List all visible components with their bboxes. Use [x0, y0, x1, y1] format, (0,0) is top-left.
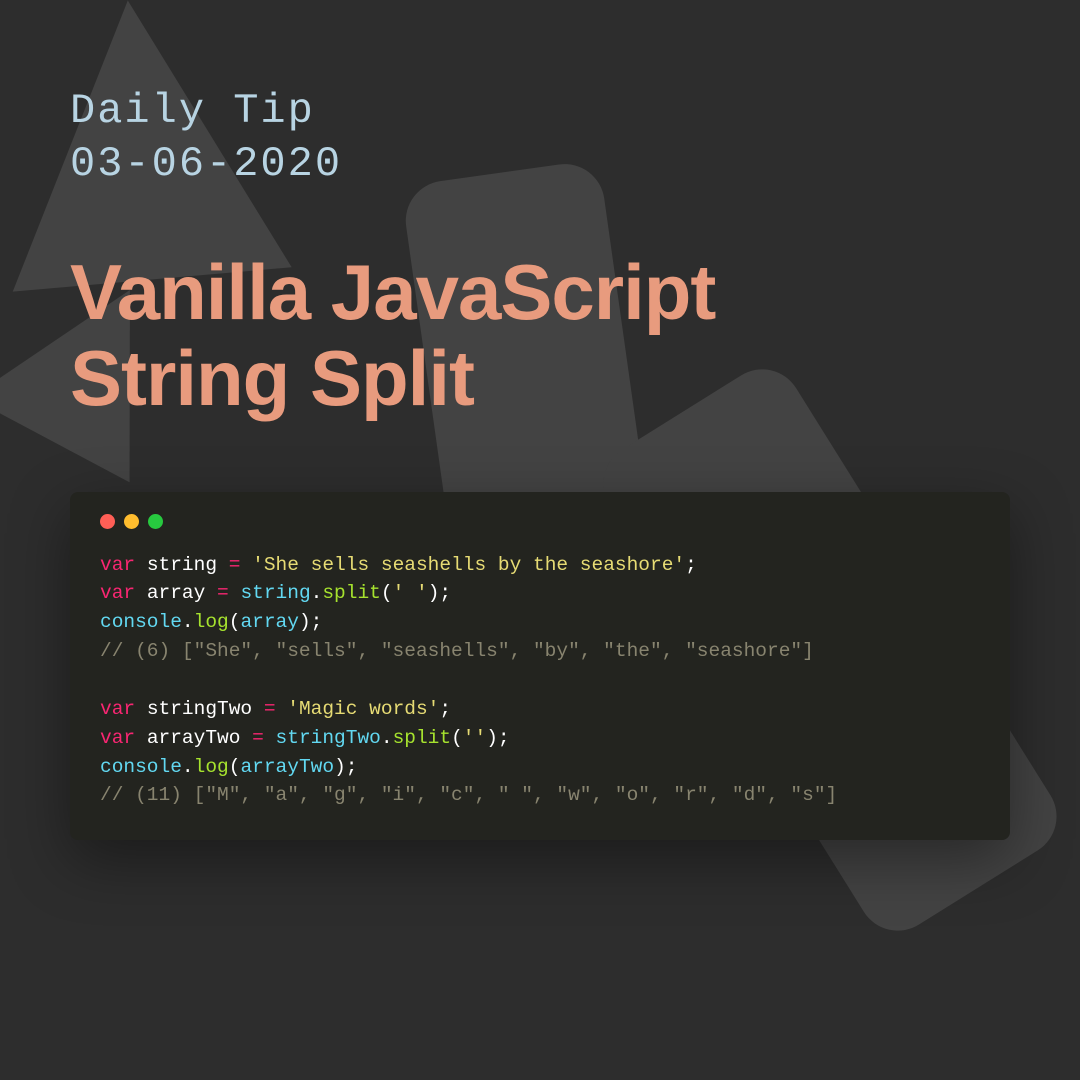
punctuation: )	[486, 727, 498, 749]
window-controls	[100, 514, 980, 529]
tip-label: Daily Tip	[70, 85, 1010, 138]
keyword: var	[100, 727, 135, 749]
punctuation: ;	[498, 727, 510, 749]
code-block: var string = 'She sells seashells by the…	[100, 551, 980, 811]
close-icon	[100, 514, 115, 529]
punctuation: (	[381, 582, 393, 604]
punctuation: .	[311, 582, 323, 604]
method-call: log	[194, 756, 229, 778]
variable: string	[147, 554, 217, 576]
title-line-1: Vanilla JavaScript	[70, 250, 1010, 336]
punctuation: (	[229, 611, 241, 633]
content-area: Daily Tip 03-06-2020 Vanilla JavaScript …	[0, 0, 1080, 840]
identifier: console	[100, 756, 182, 778]
punctuation: .	[381, 727, 393, 749]
string-literal: 'She sells seashells by the seashore'	[252, 554, 685, 576]
string-literal: ''	[463, 727, 486, 749]
operator: =	[217, 582, 229, 604]
variable: stringTwo	[147, 698, 252, 720]
variable: array	[147, 582, 206, 604]
minimize-icon	[124, 514, 139, 529]
operator: =	[252, 727, 264, 749]
keyword: var	[100, 554, 135, 576]
operator: =	[264, 698, 276, 720]
identifier: stringTwo	[276, 727, 381, 749]
variable: arrayTwo	[147, 727, 241, 749]
code-window: var string = 'She sells seashells by the…	[70, 492, 1010, 841]
maximize-icon	[148, 514, 163, 529]
punctuation: .	[182, 611, 194, 633]
identifier: arrayTwo	[240, 756, 334, 778]
punctuation: ;	[311, 611, 323, 633]
punctuation: ;	[346, 756, 358, 778]
punctuation: ;	[685, 554, 697, 576]
keyword: var	[100, 582, 135, 604]
comment: // (6) ["She", "sells", "seashells", "by…	[100, 640, 814, 662]
punctuation: )	[334, 756, 346, 778]
page-title: Vanilla JavaScript String Split	[70, 250, 1010, 422]
comment: // (11) ["M", "a", "g", "i", "c", " ", "…	[100, 784, 837, 806]
punctuation: )	[428, 582, 440, 604]
title-line-2: String Split	[70, 336, 1010, 422]
keyword: var	[100, 698, 135, 720]
string-literal: ' '	[393, 582, 428, 604]
identifier: console	[100, 611, 182, 633]
method-call: split	[322, 582, 381, 604]
identifier: string	[240, 582, 310, 604]
method-call: log	[194, 611, 229, 633]
tip-date: 03-06-2020	[70, 138, 1010, 191]
operator: =	[229, 554, 241, 576]
punctuation: .	[182, 756, 194, 778]
identifier: array	[240, 611, 299, 633]
method-call: split	[393, 727, 452, 749]
punctuation: ;	[439, 698, 451, 720]
string-literal: 'Magic words'	[287, 698, 439, 720]
punctuation: (	[451, 727, 463, 749]
punctuation: (	[229, 756, 241, 778]
punctuation: ;	[439, 582, 451, 604]
punctuation: )	[299, 611, 311, 633]
header-block: Daily Tip 03-06-2020	[70, 85, 1010, 190]
